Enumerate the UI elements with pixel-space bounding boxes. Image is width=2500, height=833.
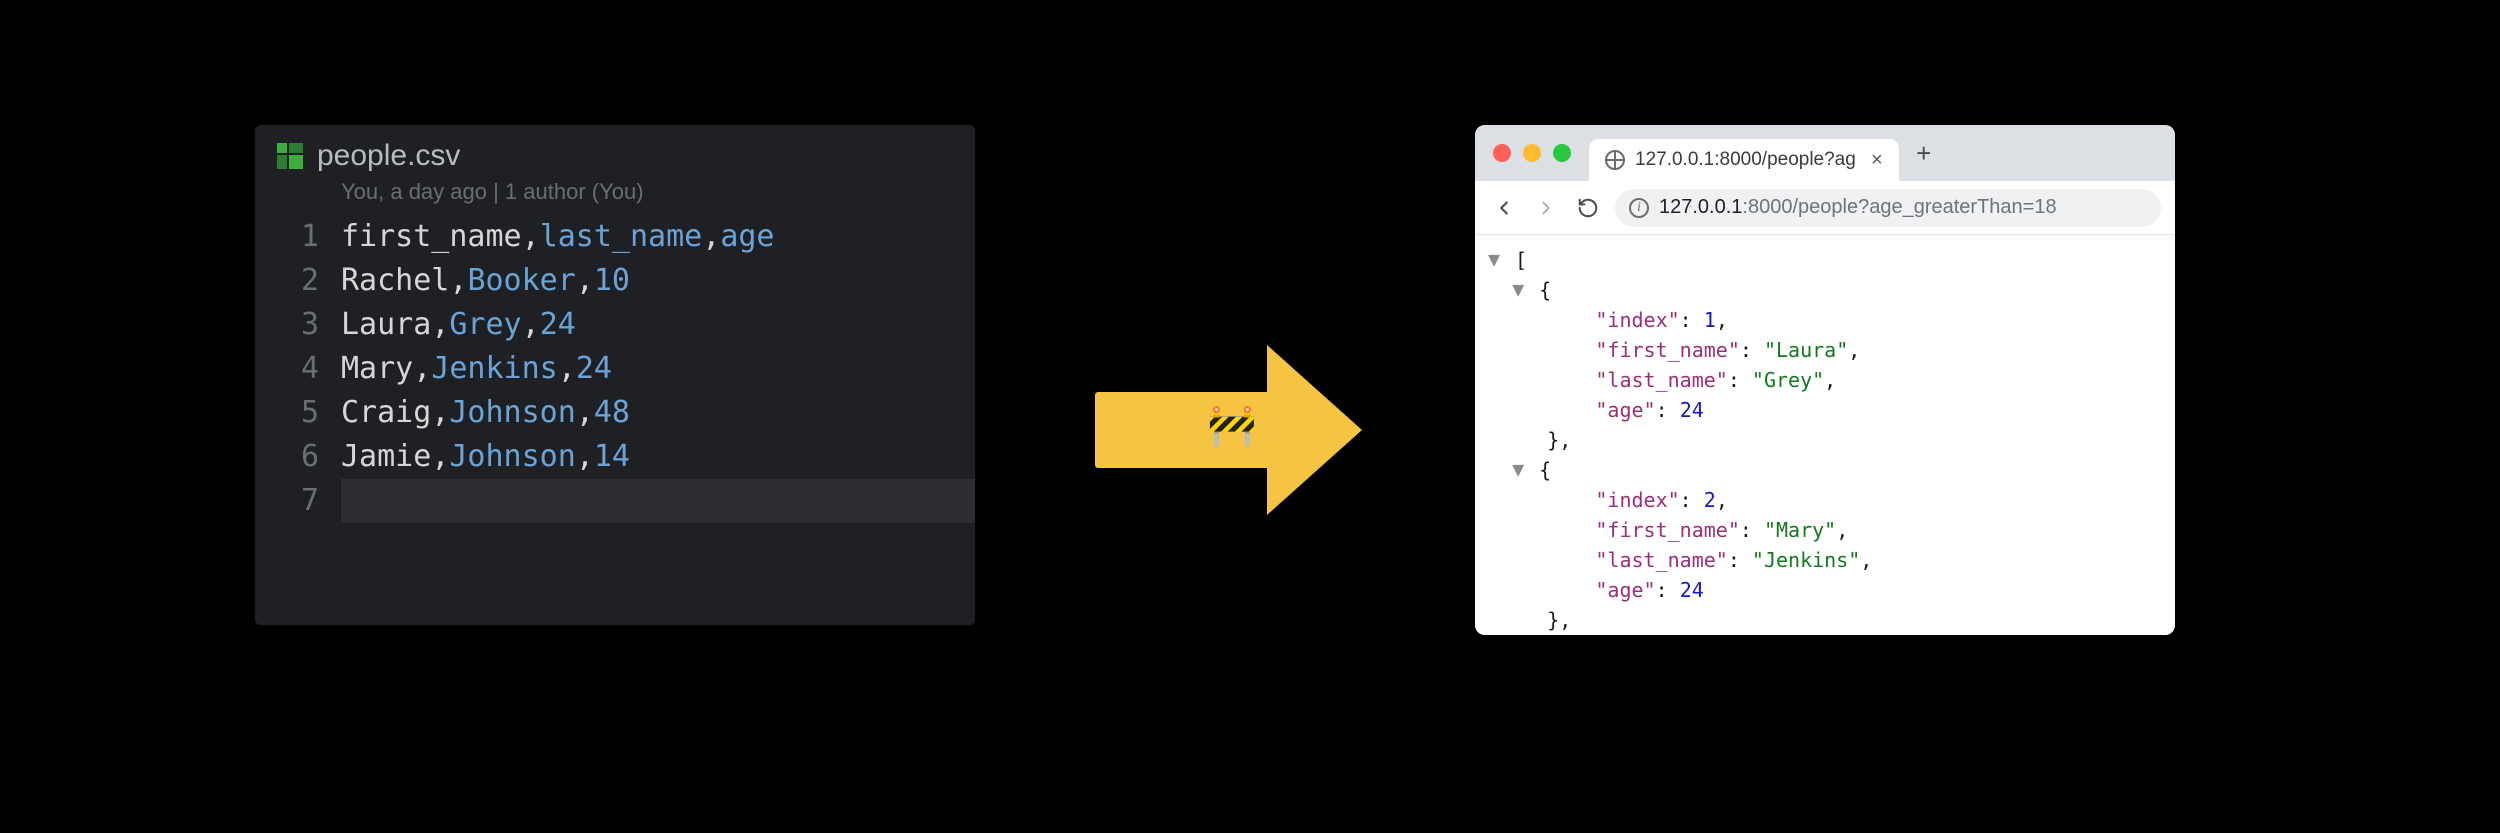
json-line: "index": 2, (1487, 485, 2163, 515)
line-number: 4 (255, 347, 319, 391)
tab-title: 127.0.0.1:8000/people?age_gr (1635, 149, 1855, 171)
editor-titlebar: people.csv (255, 125, 975, 177)
json-line: "last_name": "Grey", (1487, 365, 2163, 395)
code-line[interactable]: Mary,Jenkins,24 (341, 347, 975, 391)
reload-icon (1577, 197, 1599, 219)
code-line[interactable]: Laura,Grey,24 (341, 303, 975, 347)
forward-button[interactable] (1531, 193, 1561, 223)
tab-strip: 127.0.0.1:8000/people?age_gr × + (1475, 125, 2175, 181)
address-bar[interactable]: i 127.0.0.1:8000/people?age_greaterThan=… (1615, 189, 2161, 227)
disclosure-triangle-icon[interactable]: ▼ (1511, 454, 1525, 484)
reload-button[interactable] (1573, 193, 1603, 223)
window-close-button[interactable] (1493, 144, 1511, 162)
line-number: 2 (255, 259, 319, 303)
line-number-gutter: 1234567 (255, 215, 341, 523)
construction-emoji-icon: 🚧 (1207, 405, 1257, 445)
git-blame-annotation: You, a day ago | 1 author (You) (255, 177, 975, 215)
code-line[interactable]: Craig,Johnson,48 (341, 391, 975, 435)
site-info-icon[interactable]: i (1629, 198, 1649, 218)
url-text: 127.0.0.1:8000/people?age_greaterThan=18 (1659, 196, 2057, 219)
disclosure-triangle-icon[interactable]: ▼ (1511, 274, 1525, 304)
response-viewport[interactable]: ▼ [ ▼ { "index": 1, "first_name": "Laura… (1475, 235, 2175, 635)
json-line: "age": 24 (1487, 575, 2163, 605)
transform-arrow: 🚧 (1095, 345, 1365, 515)
line-number: 1 (255, 215, 319, 259)
back-button[interactable] (1489, 193, 1519, 223)
code-line[interactable] (341, 479, 975, 523)
url-host: 127.0.0.1 (1659, 196, 1742, 218)
window-minimize-button[interactable] (1523, 144, 1541, 162)
tab-close-button[interactable]: × (1871, 149, 1883, 172)
json-line: ▼ [ (1487, 245, 2163, 275)
json-line: "index": 1, (1487, 305, 2163, 335)
arrow-right-icon (1535, 197, 1557, 219)
url-path: :8000/people?age_greaterThan=18 (1742, 196, 2056, 218)
json-line: "first_name": "Mary", (1487, 515, 2163, 545)
code-area[interactable]: 1234567 first_name,last_name,ageRachel,B… (255, 215, 975, 523)
browser-window: 127.0.0.1:8000/people?age_gr × + i 127.0… (1475, 125, 2175, 635)
json-line: ▼ { (1487, 275, 2163, 305)
json-line: }, (1487, 605, 2163, 635)
csv-file-icon (277, 143, 303, 169)
editor-filename: people.csv (317, 139, 460, 173)
json-line: }, (1487, 425, 2163, 455)
disclosure-triangle-icon[interactable]: ▼ (1487, 244, 1501, 274)
line-number: 5 (255, 391, 319, 435)
new-tab-button[interactable]: + (1909, 138, 1939, 168)
json-line: "last_name": "Jenkins", (1487, 545, 2163, 575)
json-line: "first_name": "Laura", (1487, 335, 2163, 365)
json-line: "age": 24 (1487, 395, 2163, 425)
browser-tab[interactable]: 127.0.0.1:8000/people?age_gr × (1589, 139, 1899, 181)
code-editor: people.csv You, a day ago | 1 author (Yo… (255, 125, 975, 625)
stage: people.csv You, a day ago | 1 author (Yo… (0, 0, 2500, 833)
browser-toolbar: i 127.0.0.1:8000/people?age_greaterThan=… (1475, 181, 2175, 235)
code-content[interactable]: first_name,last_name,ageRachel,Booker,10… (341, 215, 975, 523)
json-line: ▼ { (1487, 455, 2163, 485)
code-line[interactable]: Rachel,Booker,10 (341, 259, 975, 303)
line-number: 6 (255, 435, 319, 479)
line-number: 3 (255, 303, 319, 347)
globe-icon (1605, 150, 1625, 170)
arrow-left-icon (1493, 197, 1515, 219)
code-line[interactable]: first_name,last_name,age (341, 215, 975, 259)
code-line[interactable]: Jamie,Johnson,14 (341, 435, 975, 479)
window-zoom-button[interactable] (1553, 144, 1571, 162)
window-controls (1487, 144, 1579, 162)
arrow-head-icon (1267, 345, 1362, 515)
line-number: 7 (255, 479, 319, 523)
